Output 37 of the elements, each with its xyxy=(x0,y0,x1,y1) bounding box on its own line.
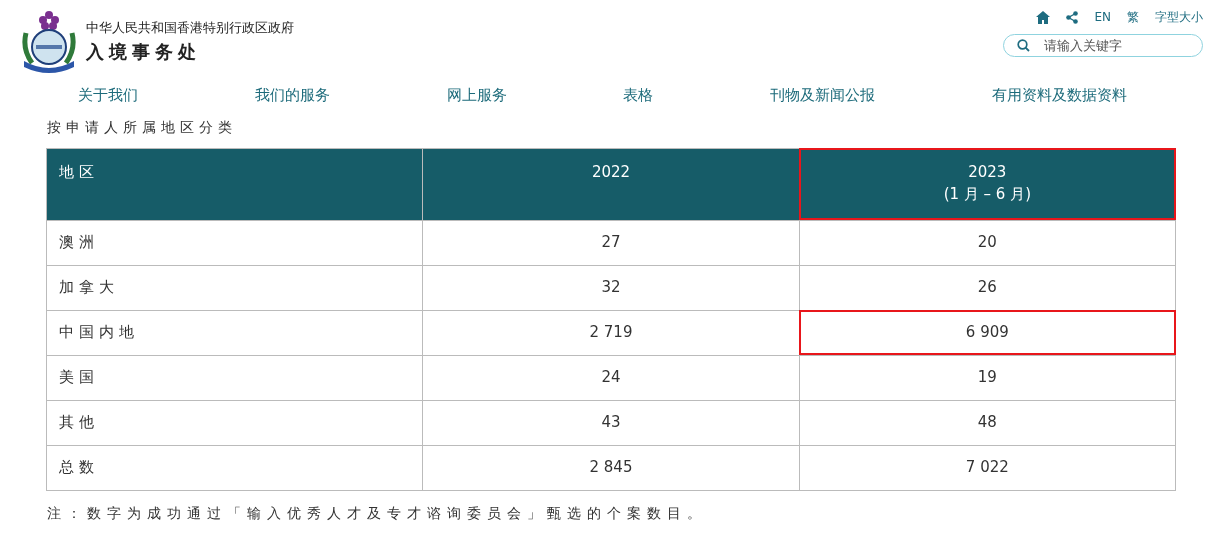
table-cell: 7 022 xyxy=(799,445,1176,490)
table-cell: 24 xyxy=(422,355,800,400)
share-icon[interactable] xyxy=(1066,8,1079,26)
table-cell: 总数 xyxy=(46,445,423,490)
government-name: 中华人民共和国香港特别行政区政府 xyxy=(86,19,294,38)
home-icon[interactable] xyxy=(1036,8,1051,26)
nav-link[interactable]: 有用资料及数据资料 xyxy=(992,84,1127,107)
column-header: 2022 xyxy=(422,148,800,220)
column-header: 地区 xyxy=(46,148,423,220)
table-cell: 加拿大 xyxy=(46,265,423,310)
table-cell: 其他 xyxy=(46,400,423,445)
table-cell: 6 909 xyxy=(799,310,1176,355)
search-icon xyxy=(1017,39,1030,52)
nav-link[interactable]: 表格 xyxy=(623,84,654,107)
table-cell: 48 xyxy=(799,400,1176,445)
table-cell: 27 xyxy=(422,220,800,265)
nav-link[interactable]: 关于我们 xyxy=(78,84,138,107)
nav-link[interactable]: 刊物及新闻公报 xyxy=(770,84,876,107)
table-caption: 按申请人所属地区分类 xyxy=(47,117,238,137)
table-cell: 中国内地 xyxy=(46,310,423,355)
table-cell: 19 xyxy=(799,355,1176,400)
nav-link[interactable]: 我们的服务 xyxy=(254,84,330,107)
table-cell: 2 845 xyxy=(422,445,800,490)
logo-icon[interactable] xyxy=(20,9,78,75)
footnote: 注：数字为成功通过「输入优秀人才及专才谘询委员会」甄选的个案数目。 xyxy=(47,503,708,523)
nav-link[interactable]: 网上服务 xyxy=(446,84,507,107)
table-cell: 20 xyxy=(799,220,1176,265)
header-link[interactable]: 繁 xyxy=(1127,8,1139,26)
department-name: 入境事务处 xyxy=(86,39,202,64)
table-cell: 美国 xyxy=(46,355,423,400)
search-field[interactable]: 请输入关键字 xyxy=(1003,34,1203,57)
table-cell: 澳洲 xyxy=(46,220,423,265)
header-link[interactable]: 字型大小 xyxy=(1155,8,1203,26)
table-cell: 43 xyxy=(422,400,800,445)
header-link[interactable]: EN xyxy=(1094,8,1111,26)
column-header: 2023 (1 月 – 6 月) xyxy=(799,148,1176,220)
table-cell: 32 xyxy=(422,265,800,310)
